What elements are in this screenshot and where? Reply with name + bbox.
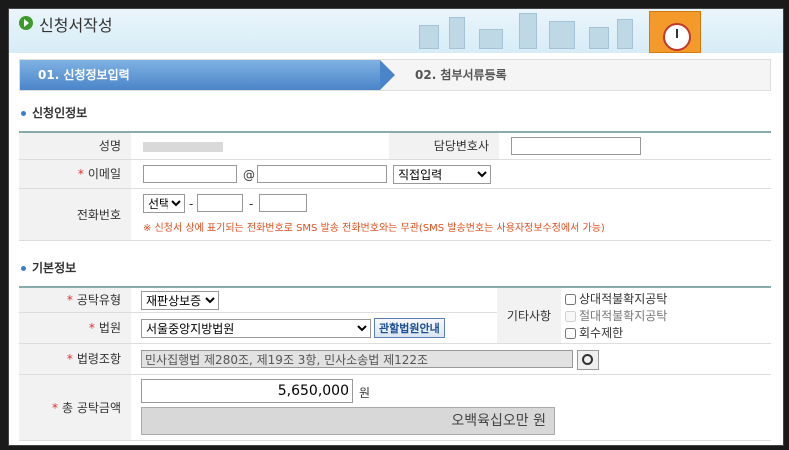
step-indicator: 01. 신청정보입력 02. 첨부서류등록 (19, 59, 771, 91)
search-icon[interactable] (577, 350, 599, 370)
law-label: * 법령조항 (19, 344, 131, 375)
step-1-label: 01. 신청정보입력 (38, 68, 130, 82)
name-redacted (143, 142, 223, 152)
misc-option-recovery-limit-checkbox[interactable] (565, 328, 576, 339)
misc-option-absolute[interactable]: 절대적불확지공탁 (565, 307, 667, 324)
phone-dash-2: - (249, 197, 254, 211)
name-cell (131, 133, 389, 160)
phone-area-select[interactable]: 선택 (143, 194, 185, 213)
misc-label: 기타사항 (497, 288, 561, 344)
clock-icon (663, 23, 691, 51)
court-guide-button[interactable]: 관할법원안내 (374, 318, 445, 338)
phone-label: 전화번호 (19, 189, 131, 241)
officer-label: 담당변호사 (389, 133, 499, 160)
amount-label: * 총 공탁금액 (19, 375, 131, 441)
page-title: 신청서작성 (39, 16, 113, 35)
step-1-active: 01. 신청정보입력 (20, 60, 395, 90)
email-label: * 이메일 (19, 160, 131, 189)
title-arrow-icon (19, 16, 33, 30)
email-local-input[interactable] (143, 165, 237, 183)
city-illustration (389, 13, 689, 49)
deposit-type-label: * 공탁유형 (19, 288, 131, 313)
step-2-label: 02. 첨부서류등록 (415, 68, 507, 82)
deposit-type-cell: 재판상보증 (131, 288, 497, 313)
amount-unit: 원 (359, 386, 371, 400)
officer-cell (499, 133, 771, 160)
phone-middle-input[interactable] (197, 194, 243, 212)
email-domain-input[interactable] (257, 165, 387, 183)
basic-section-heading: 기본정보 (21, 259, 76, 276)
misc-option-absolute-checkbox[interactable] (565, 311, 576, 322)
misc-option-recovery-limit[interactable]: 회수제한 (565, 324, 623, 341)
law-input[interactable] (141, 350, 573, 368)
misc-option-relative[interactable]: 상대적불확지공탁 (565, 290, 667, 307)
officer-input[interactable] (511, 137, 641, 155)
email-domain-select[interactable]: 직접입력 (393, 165, 491, 184)
deposit-type-select[interactable]: 재판상보증 (141, 291, 219, 310)
amount-input[interactable] (141, 379, 353, 403)
phone-note: ※ 신청서 상에 표기되는 전화번호로 SMS 발송 전화번호와는 무관(SMS… (143, 223, 605, 234)
name-label: 성명 (19, 133, 131, 160)
phone-dash-1: - (189, 197, 194, 211)
court-label: * 법원 (19, 313, 131, 344)
phone-cell: 선택 - - ※ 신청서 상에 표기되는 전화번호로 SMS 발송 전화번호와는… (131, 189, 771, 241)
applicant-section-heading: 신청인정보 (21, 104, 87, 121)
email-at-sign: @ (243, 168, 255, 182)
amount-korean-display: 오백육십오만 원 (141, 407, 555, 435)
court-select[interactable]: 서울중앙지방법원 (141, 319, 371, 338)
email-cell: @ 직접입력 (131, 160, 771, 189)
application-window: 신청서작성 01. 신청정보입력 02. 첨부서류등록 신청인정보 성명 담당변… (8, 8, 784, 446)
page-header: 신청서작성 (9, 9, 783, 53)
phone-last-input[interactable] (259, 194, 307, 212)
law-cell (131, 344, 771, 375)
amount-cell: 원 오백육십오만 원 (131, 375, 771, 441)
court-cell: 서울중앙지방법원 관할법원안내 (131, 313, 497, 344)
misc-options-cell: 상대적불확지공탁 절대적불확지공탁 회수제한 (561, 288, 771, 344)
misc-option-relative-checkbox[interactable] (565, 294, 576, 305)
